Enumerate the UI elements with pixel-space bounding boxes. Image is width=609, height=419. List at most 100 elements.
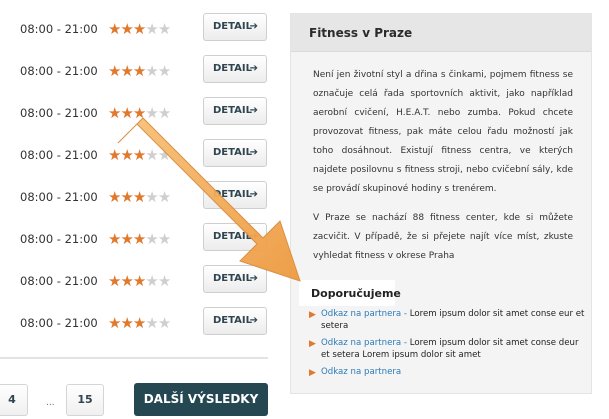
detail-label: DETAIL — [213, 231, 253, 242]
star-icon: ★ — [108, 230, 121, 248]
arrow-right-icon: ➔ — [249, 273, 258, 284]
partner-link[interactable]: Odkaz na partnera — [321, 309, 401, 319]
partner-link-item: ▶ Odkaz na partnera - Lorem ipsum dolor s… — [309, 308, 585, 332]
detail-label: DETAIL — [213, 21, 253, 32]
star-icon: ★ — [120, 188, 133, 206]
panel-header: Fitness v Praze — [291, 14, 591, 52]
star-icon: ★ — [145, 104, 158, 122]
star-icon: ★ — [108, 20, 121, 38]
rating-stars: ★★★★★ — [108, 104, 171, 122]
star-icon: ★ — [132, 272, 146, 290]
panel-paragraph-1: Není jen životní styl a dřina s činkami,… — [313, 70, 573, 194]
opening-hours: 08:00 - 21:00 — [20, 148, 98, 162]
detail-label: DETAIL — [213, 63, 253, 74]
detail-label: DETAIL — [213, 105, 253, 116]
star-icon: ★ — [120, 20, 133, 38]
rating-stars: ★★★★★ — [108, 230, 171, 248]
star-icon: ★ — [108, 146, 121, 164]
rating-stars: ★★★★★ — [108, 146, 171, 164]
bullet-triangle-icon: ▶ — [309, 368, 316, 378]
star-icon: ★ — [157, 272, 171, 290]
result-row: 08:00 - 21:00 ★★★★★ DETAIL ➔ — [0, 10, 270, 52]
result-row: 08:00 - 21:00 ★★★★★ DETAIL ➔ — [0, 220, 270, 262]
opening-hours: 08:00 - 21:00 — [20, 316, 98, 330]
star-icon: ★ — [145, 272, 158, 290]
result-row: 08:00 - 21:00 ★★★★★ DETAIL ➔ — [0, 178, 270, 220]
star-icon: ★ — [120, 104, 133, 122]
star-icon: ★ — [108, 104, 121, 122]
opening-hours: 08:00 - 21:00 — [20, 190, 98, 204]
star-icon: ★ — [120, 62, 133, 80]
detail-button[interactable]: DETAIL ➔ — [203, 97, 267, 125]
star-icon: ★ — [108, 188, 121, 206]
partner-links: ▶ Odkaz na partnera - Lorem ipsum dolor s… — [309, 308, 585, 383]
star-icon: ★ — [108, 272, 121, 290]
arrow-right-icon: ➔ — [249, 315, 258, 326]
rating-stars: ★★★★★ — [108, 314, 171, 332]
star-icon: ★ — [157, 20, 171, 38]
opening-hours: 08:00 - 21:00 — [20, 232, 98, 246]
result-row: 08:00 - 21:00 ★★★★★ DETAIL ➔ — [0, 304, 270, 346]
link-separator: - — [401, 309, 410, 319]
star-icon: ★ — [145, 230, 158, 248]
arrow-right-icon: ➔ — [249, 63, 258, 74]
detail-button[interactable]: DETAIL ➔ — [203, 307, 267, 335]
detail-button[interactable]: DETAIL ➔ — [203, 13, 267, 41]
pagination-ellipsis: ... — [46, 398, 55, 408]
star-icon: ★ — [120, 314, 133, 332]
star-icon: ★ — [157, 230, 171, 248]
star-icon: ★ — [132, 314, 146, 332]
detail-button[interactable]: DETAIL ➔ — [203, 223, 267, 251]
star-icon: ★ — [145, 314, 158, 332]
detail-button[interactable]: DETAIL ➔ — [203, 139, 267, 167]
detail-button[interactable]: DETAIL ➔ — [203, 265, 267, 293]
star-icon: ★ — [145, 20, 158, 38]
star-icon: ★ — [120, 230, 133, 248]
rating-stars: ★★★★★ — [108, 272, 171, 290]
partner-link[interactable]: Odkaz na partnera — [321, 338, 401, 348]
result-row: 08:00 - 21:00 ★★★★★ DETAIL ➔ — [0, 94, 270, 136]
result-row: 08:00 - 21:00 ★★★★★ DETAIL ➔ — [0, 52, 270, 94]
detail-label: DETAIL — [213, 147, 253, 158]
star-icon: ★ — [120, 272, 133, 290]
more-results-button[interactable]: DALŠÍ VÝSLEDKY — [134, 383, 268, 416]
bullet-triangle-icon: ▶ — [309, 310, 316, 320]
star-icon: ★ — [132, 188, 146, 206]
star-icon: ★ — [157, 188, 171, 206]
star-icon: ★ — [132, 146, 146, 164]
partner-link[interactable]: Odkaz na partnera — [321, 367, 401, 377]
arrow-right-icon: ➔ — [249, 21, 258, 32]
recommend-title: Doporučujeme — [311, 287, 401, 300]
opening-hours: 08:00 - 21:00 — [20, 64, 98, 78]
info-panel: Fitness v Praze Není jen životní styl a … — [290, 13, 592, 394]
star-icon: ★ — [132, 20, 146, 38]
star-icon: ★ — [120, 146, 133, 164]
star-icon: ★ — [157, 314, 171, 332]
star-icon: ★ — [108, 62, 121, 80]
bullet-triangle-icon: ▶ — [309, 339, 316, 349]
list-divider — [0, 357, 268, 359]
opening-hours: 08:00 - 21:00 — [20, 106, 98, 120]
detail-button[interactable]: DETAIL ➔ — [203, 181, 267, 209]
opening-hours: 08:00 - 21:00 — [20, 274, 98, 288]
star-icon: ★ — [132, 104, 146, 122]
panel-paragraph-2: V Praze se nachází 88 fitness center, kd… — [313, 213, 573, 261]
star-icon: ★ — [132, 230, 146, 248]
star-icon: ★ — [108, 314, 121, 332]
star-icon: ★ — [145, 146, 158, 164]
recommend-header: Doporučujeme — [299, 280, 401, 306]
result-row: 08:00 - 21:00 ★★★★★ DETAIL ➔ — [0, 262, 270, 304]
star-icon: ★ — [132, 62, 146, 80]
page-button-4[interactable]: 4 — [0, 384, 28, 416]
arrow-right-icon: ➔ — [249, 105, 258, 116]
rating-stars: ★★★★★ — [108, 188, 171, 206]
detail-button[interactable]: DETAIL ➔ — [203, 55, 267, 83]
detail-label: DETAIL — [213, 189, 253, 200]
arrow-right-icon: ➔ — [249, 147, 258, 158]
star-icon: ★ — [157, 104, 171, 122]
page-button-15[interactable]: 15 — [66, 384, 104, 416]
star-icon: ★ — [145, 62, 158, 80]
opening-hours: 08:00 - 21:00 — [20, 22, 98, 36]
detail-label: DETAIL — [213, 315, 253, 326]
arrow-right-icon: ➔ — [249, 231, 258, 242]
